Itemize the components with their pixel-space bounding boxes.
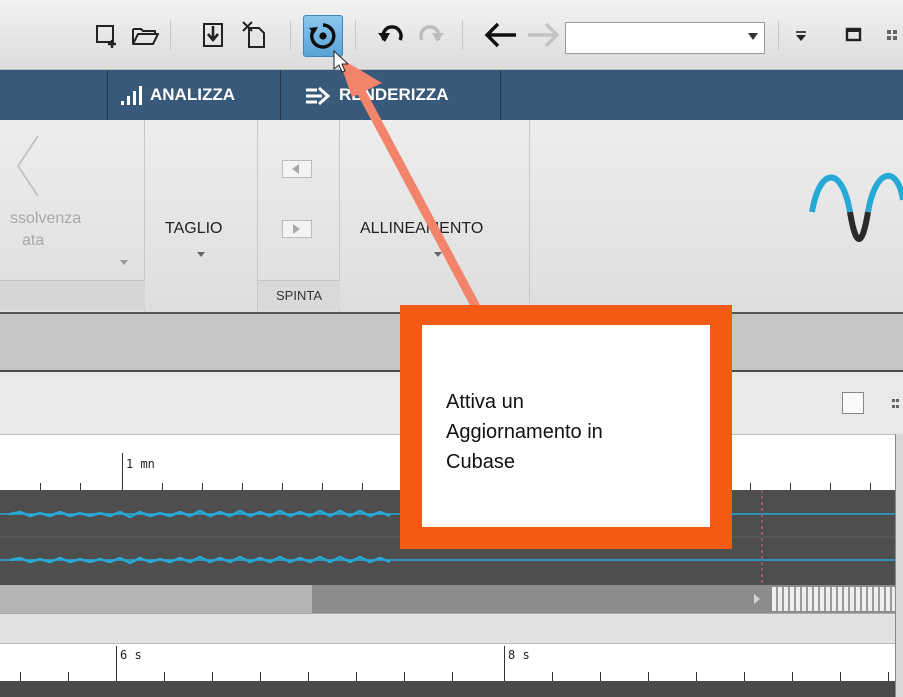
tab-analizza-label: ANALIZZA [150, 85, 235, 104]
crossfade-label-line2: ata [22, 232, 45, 249]
chevron-down-icon [748, 33, 758, 40]
nudge-left-button[interactable] [282, 160, 312, 178]
save-download-icon[interactable] [198, 18, 228, 52]
toolbar-separator [355, 20, 356, 50]
nudge-left-icon [292, 164, 299, 174]
chevron-down-icon [197, 252, 205, 257]
new-window-icon[interactable] [92, 18, 122, 52]
toolbar-separator [778, 20, 779, 50]
sine-wave-logo-icon [809, 172, 903, 242]
back-arrow-icon[interactable] [482, 18, 520, 52]
maximize-icon[interactable] [842, 18, 866, 52]
tab-divider [280, 70, 281, 120]
crossfade-icon [16, 135, 39, 197]
forward-arrow-icon[interactable] [524, 18, 562, 52]
callout-body: Attiva un Aggiornamento in Cubase [422, 325, 710, 527]
crossfade-group-footer [0, 280, 145, 310]
chevron-down-icon [120, 260, 128, 265]
ruler-label-1mn: 1 mn [126, 457, 155, 471]
overview-strip[interactable] [772, 587, 895, 611]
tab-divider [107, 70, 108, 120]
toolbar-overflow-icon[interactable] [884, 18, 903, 52]
time-ruler-bottom[interactable]: 6 s 8 s [0, 643, 895, 682]
render-arrow-icon [306, 86, 331, 106]
open-folder-icon[interactable] [130, 18, 160, 52]
undo-icon[interactable] [376, 18, 406, 52]
redo-icon[interactable] [416, 18, 446, 52]
scroll-right-icon[interactable] [752, 593, 762, 605]
toolbar-separator [290, 20, 291, 50]
callout-line-2: Aggiornamento in [446, 421, 603, 443]
nudge-right-button[interactable] [282, 220, 312, 238]
ruler-label-6s: 6 s [120, 648, 142, 662]
nudge-right-icon [293, 224, 300, 234]
ruler-label-8s: 8 s [508, 648, 530, 662]
callout-line-3: Cubase [446, 451, 515, 473]
tab-divider [500, 70, 501, 120]
scrollbar-thumb[interactable] [0, 585, 312, 613]
panel-checkbox[interactable] [842, 392, 864, 414]
vertical-scrollbar[interactable] [895, 434, 903, 697]
toolbar-separator [462, 20, 463, 50]
dropdown-arrow-icon[interactable] [790, 18, 812, 52]
taglio-label: TAGLIO [165, 220, 223, 237]
annotation-arrow [338, 57, 480, 310]
secondary-header-band [0, 613, 895, 643]
toolbar-separator [170, 20, 171, 50]
spinta-label: SPINTA [258, 280, 340, 310]
taglio-group[interactable]: TAGLIO [145, 120, 258, 312]
mouse-cursor-icon [333, 50, 348, 73]
bottom-track-strip [0, 681, 903, 697]
callout-line-1: Attiva un [446, 391, 524, 413]
history-combo[interactable] [565, 22, 765, 54]
wavelab-logo [800, 160, 903, 270]
close-file-icon[interactable] [240, 18, 270, 52]
ruler-major-tick [122, 453, 123, 491]
bars-chart-icon [121, 86, 142, 105]
crossfade-label-line1: ssolvenza [10, 210, 82, 227]
ruler-major-tick [504, 646, 505, 682]
annotation-callout: Attiva un Aggiornamento in Cubase [400, 305, 732, 549]
ruler-major-tick [116, 646, 117, 682]
panel-overflow-icon[interactable] [890, 398, 900, 410]
